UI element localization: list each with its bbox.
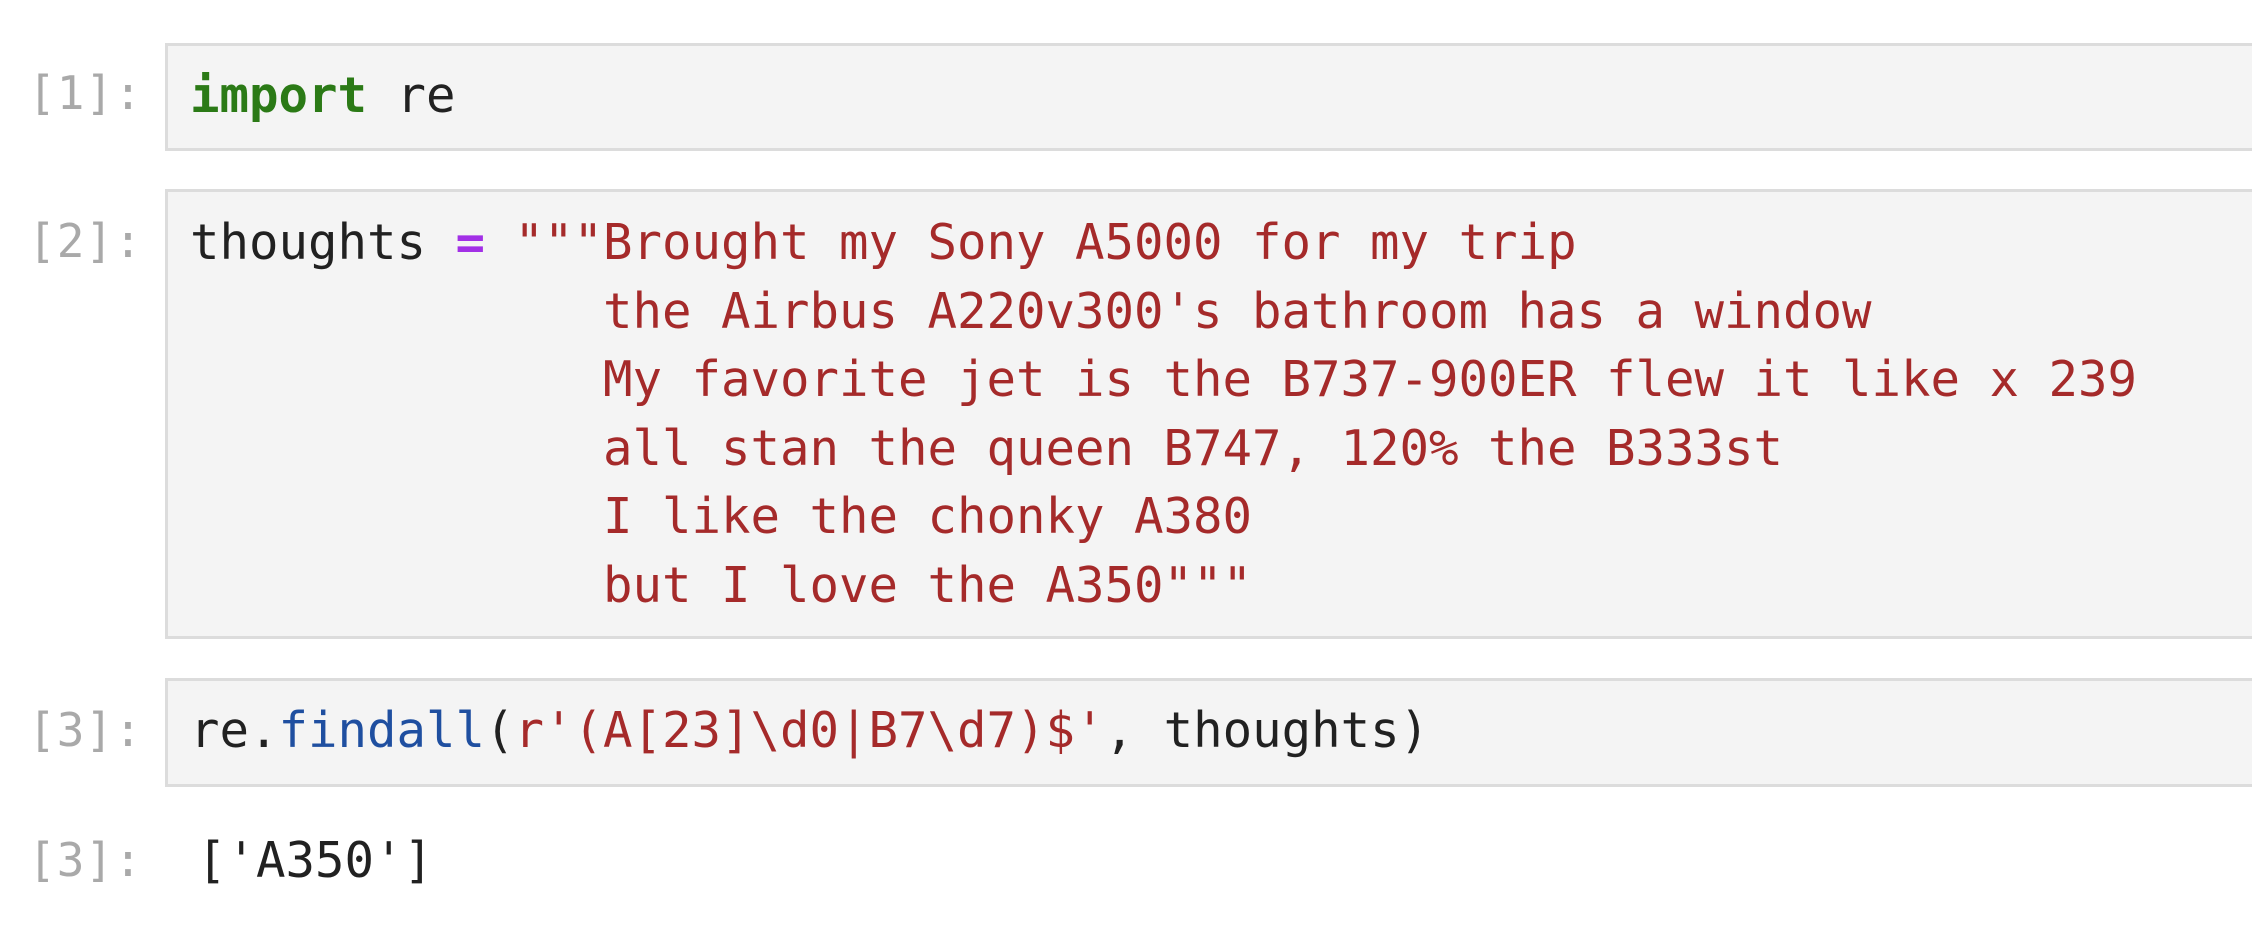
cell-code[interactable]: thoughts = """Brought my Sony A5000 for … [190,209,2137,620]
string-line-5: I like the chonky A380 [190,488,1253,545]
cell-editor[interactable] [165,43,2252,151]
string-line-1: """Brought my Sony A5000 for my trip [514,214,1577,271]
string-line-3: My favorite jet is the B737-900ER flew i… [190,351,2138,408]
call-args: , thoughts) [1104,702,1430,759]
cell-prompt: [1]: [28,66,143,120]
regex-pattern: r'(A[23]\d0|B7\d7)$' [514,702,1105,759]
assign-operator: = [455,214,486,271]
cell-code[interactable]: import re [190,62,456,131]
module-ref: re. [190,702,279,759]
string-line-2: the Airbus A220v300's bathroom has a win… [190,282,1872,340]
cell-prompt: [3]: [28,703,143,757]
keyword-import: import [190,67,368,124]
string-line-4: all stan the queen B747, 120% the B333st [190,419,1784,477]
string-line-6: but I love the A350""" [190,556,1253,614]
module-name: re [367,67,456,124]
cell-prompt: [2]: [28,214,143,268]
function-findall: findall [278,702,486,759]
variable-name: thoughts [190,214,456,271]
output-prompt: [3]: [28,833,143,887]
output-text: ['A350'] [197,832,434,889]
cell-code[interactable]: re.findall(r'(A[23]\d0|B7\d7)$', thought… [190,697,1429,766]
